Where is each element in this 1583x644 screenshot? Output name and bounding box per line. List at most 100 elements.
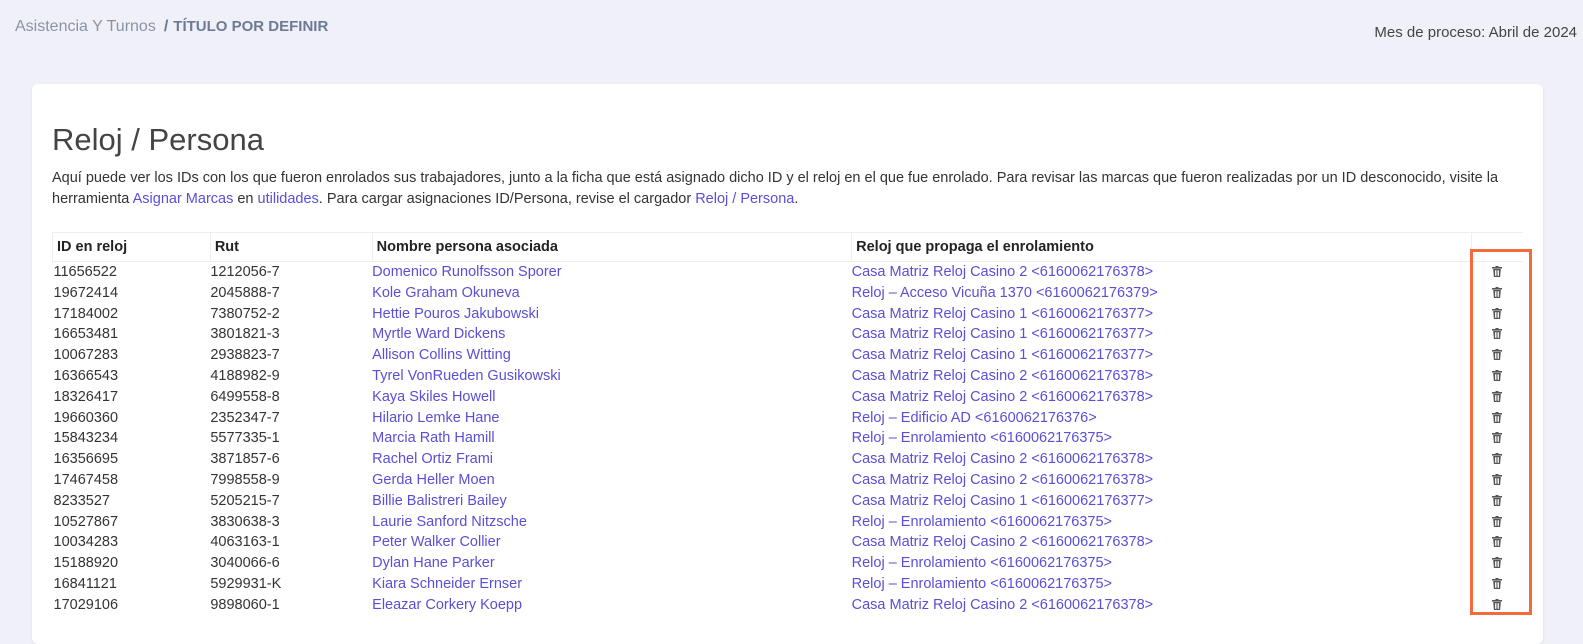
reloj-link[interactable]: Reloj – Edificio AD <6160062176376> bbox=[852, 410, 1097, 426]
persona-link[interactable]: Billie Balistreri Bailey bbox=[372, 493, 507, 509]
reloj-link[interactable]: Casa Matriz Reloj Casino 1 <616006217637… bbox=[852, 306, 1153, 322]
cell-id-en-reloj: 10067283 bbox=[53, 347, 119, 364]
persona-link[interactable]: Myrtle Ward Dickens bbox=[372, 326, 505, 342]
persona-link[interactable]: Kiara Schneider Ernser bbox=[372, 576, 522, 592]
trash-icon[interactable] bbox=[1492, 346, 1503, 361]
cell-nombre: Hettie Pouros Jakubowski bbox=[372, 304, 851, 325]
cell-actions bbox=[1471, 532, 1523, 553]
cell-nombre: Marcia Rath Hamill bbox=[372, 428, 851, 449]
table-row: 8233527 5205215-7 Billie Balistreri Bailey… bbox=[53, 491, 1524, 512]
table-row: 18326417 6499558-8 Kaya Skiles Howell Casa … bbox=[53, 387, 1524, 408]
persona-link[interactable]: Tyrel VonRueden Gusikowski bbox=[372, 368, 561, 384]
page-title: Reloj / Persona bbox=[52, 122, 264, 157]
trash-icon[interactable] bbox=[1492, 554, 1503, 569]
persona-link[interactable]: Marcia Rath Hamill bbox=[372, 430, 494, 446]
trash-icon[interactable] bbox=[1492, 513, 1503, 527]
trash-icon[interactable] bbox=[1492, 575, 1503, 589]
reloj-link[interactable]: Casa Matriz Reloj Casino 2 <616006217637… bbox=[852, 264, 1153, 280]
trash-icon[interactable] bbox=[1492, 263, 1503, 277]
cell-id-en-reloj: 17467458 bbox=[53, 471, 119, 488]
cell-rut: 3871857-6 bbox=[210, 451, 280, 468]
cell-id-en-reloj: 11656522 bbox=[53, 264, 117, 280]
cell-rut: 3830638-3 bbox=[210, 513, 280, 530]
reloj-link[interactable]: Casa Matriz Reloj Casino 2 <616006217637… bbox=[852, 389, 1153, 405]
cell-rut: 6499558-8 bbox=[210, 388, 280, 405]
trash-icon[interactable] bbox=[1492, 533, 1503, 548]
header-actions bbox=[1470, 232, 1523, 262]
persona-link[interactable]: Allison Collins Witting bbox=[372, 347, 511, 363]
persona-link[interactable]: Gerda Heller Moen bbox=[372, 472, 495, 488]
cell-actions bbox=[1471, 408, 1523, 429]
reloj-link[interactable]: Casa Matriz Reloj Casino 1 <616006217637… bbox=[852, 493, 1153, 509]
table-row: 17029106 9898060-1 Eleazar Corkery Koepp Ca… bbox=[53, 595, 1524, 616]
persona-link[interactable]: Hettie Pouros Jakubowski bbox=[372, 306, 539, 322]
persona-link[interactable]: Kole Graham Okuneva bbox=[372, 285, 520, 301]
persona-link[interactable]: Rachel Ortiz Frami bbox=[372, 451, 493, 467]
cell-reloj: Reloj – Enrolamiento <6160062176375> bbox=[852, 512, 1471, 533]
cell-id-en-reloj: 10527867 bbox=[53, 513, 119, 530]
trash-icon[interactable] bbox=[1492, 492, 1503, 506]
reloj-link[interactable]: Casa Matriz Reloj Casino 2 <616006217637… bbox=[852, 472, 1153, 488]
persona-link[interactable]: Domenico Runolfsson Sporer bbox=[372, 264, 561, 280]
cell-rut: 3040066-6 bbox=[210, 555, 280, 572]
cell-rut: 2352347-7 bbox=[210, 409, 280, 426]
header-nombre-persona: Nombre persona asociada bbox=[371, 232, 852, 262]
cell-rut: 5929931-K bbox=[210, 575, 282, 592]
cell-nombre: Gerda Heller Moen bbox=[372, 470, 851, 491]
reloj-link[interactable]: Casa Matriz Reloj Casino 2 <616006217637… bbox=[852, 368, 1153, 384]
reloj-persona-table: ID en reloj Rut Nombre persona asociada … bbox=[52, 232, 1523, 616]
reloj-link[interactable]: Casa Matriz Reloj Casino 2 <616006217637… bbox=[852, 597, 1153, 613]
trash-icon[interactable] bbox=[1492, 367, 1503, 381]
cell-nombre: Peter Walker Collier bbox=[372, 532, 851, 553]
cell-reloj: Casa Matriz Reloj Casino 1 <616006217637… bbox=[852, 345, 1471, 366]
reloj-persona-link[interactable]: Reloj / Persona bbox=[695, 191, 794, 207]
cell-actions bbox=[1471, 366, 1523, 387]
trash-icon[interactable] bbox=[1492, 409, 1503, 423]
reloj-link[interactable]: Casa Matriz Reloj Casino 1 <616006217637… bbox=[852, 326, 1153, 342]
cell-nombre: Laurie Sanford Nitzsche bbox=[372, 512, 851, 533]
trash-icon[interactable] bbox=[1492, 471, 1503, 485]
persona-link[interactable]: Laurie Sanford Nitzsche bbox=[372, 514, 527, 530]
trash-icon[interactable] bbox=[1492, 388, 1503, 402]
persona-link[interactable]: Kaya Skiles Howell bbox=[372, 389, 495, 405]
cell-id-en-reloj: 19672414 bbox=[53, 284, 119, 301]
trash-icon[interactable] bbox=[1492, 305, 1503, 319]
cell-nombre: Domenico Runolfsson Sporer bbox=[372, 262, 851, 283]
cell-rut: 3801821-3 bbox=[210, 326, 280, 343]
top-bar: Asistencia Y Turnos / TÍTULO POR DEFINIR M… bbox=[0, 0, 1583, 60]
reloj-link[interactable]: Casa Matriz Reloj Casino 2 <616006217637… bbox=[852, 534, 1153, 550]
cell-rut: 5205215-7 bbox=[210, 492, 280, 509]
persona-link[interactable]: Eleazar Corkery Koepp bbox=[372, 597, 522, 613]
cell-actions bbox=[1471, 283, 1523, 304]
trash-icon[interactable] bbox=[1492, 450, 1503, 465]
reloj-link[interactable]: Casa Matriz Reloj Casino 1 <616006217637… bbox=[852, 347, 1153, 363]
cell-reloj: Reloj – Enrolamiento <6160062176375> bbox=[852, 574, 1471, 595]
reloj-link[interactable]: Reloj – Enrolamiento <6160062176375> bbox=[852, 555, 1112, 571]
persona-link[interactable]: Dylan Hane Parker bbox=[372, 555, 495, 571]
cell-reloj: Casa Matriz Reloj Casino 2 <616006217637… bbox=[852, 262, 1471, 283]
asignar-marcas-link[interactable]: Asignar Marcas bbox=[133, 191, 234, 207]
reloj-link[interactable]: Reloj – Enrolamiento <6160062176375> bbox=[852, 430, 1112, 446]
reloj-link[interactable]: Casa Matriz Reloj Casino 2 <616006217637… bbox=[852, 451, 1153, 467]
cell-nombre: Kole Graham Okuneva bbox=[372, 283, 851, 304]
trash-icon[interactable] bbox=[1492, 325, 1503, 340]
table-row: 11656522 1212056-7 Domenico Runolfsson Spo… bbox=[53, 262, 1524, 283]
cell-reloj: Casa Matriz Reloj Casino 2 <616006217637… bbox=[852, 449, 1471, 470]
cell-id-en-reloj: 15188920 bbox=[53, 555, 119, 572]
desc-text-3: . Para cargar asignaciones ID/Persona, r… bbox=[318, 191, 696, 207]
cell-actions bbox=[1471, 512, 1523, 533]
table-row: 17184002 7380752-2 Hettie Pouros Jakubowsk… bbox=[53, 304, 1524, 325]
cell-id-en-reloj: 16653481 bbox=[53, 326, 119, 343]
utilidades-link[interactable]: utilidades bbox=[258, 191, 319, 207]
reloj-link[interactable]: Reloj – Enrolamiento <6160062176375> bbox=[852, 576, 1112, 592]
cell-rut: 4063163-1 bbox=[210, 534, 280, 551]
trash-icon[interactable] bbox=[1492, 429, 1503, 444]
persona-link[interactable]: Hilario Lemke Hane bbox=[372, 410, 499, 426]
cell-actions bbox=[1471, 553, 1523, 574]
trash-icon[interactable] bbox=[1492, 596, 1503, 610]
reloj-link[interactable]: Reloj – Acceso Vicuña 1370 <616006217637… bbox=[852, 285, 1158, 301]
reloj-link[interactable]: Reloj – Enrolamiento <6160062176375> bbox=[852, 514, 1112, 530]
persona-link[interactable]: Peter Walker Collier bbox=[372, 534, 500, 550]
breadcrumb-parent[interactable]: Asistencia Y Turnos bbox=[15, 18, 156, 35]
trash-icon[interactable] bbox=[1492, 284, 1503, 298]
